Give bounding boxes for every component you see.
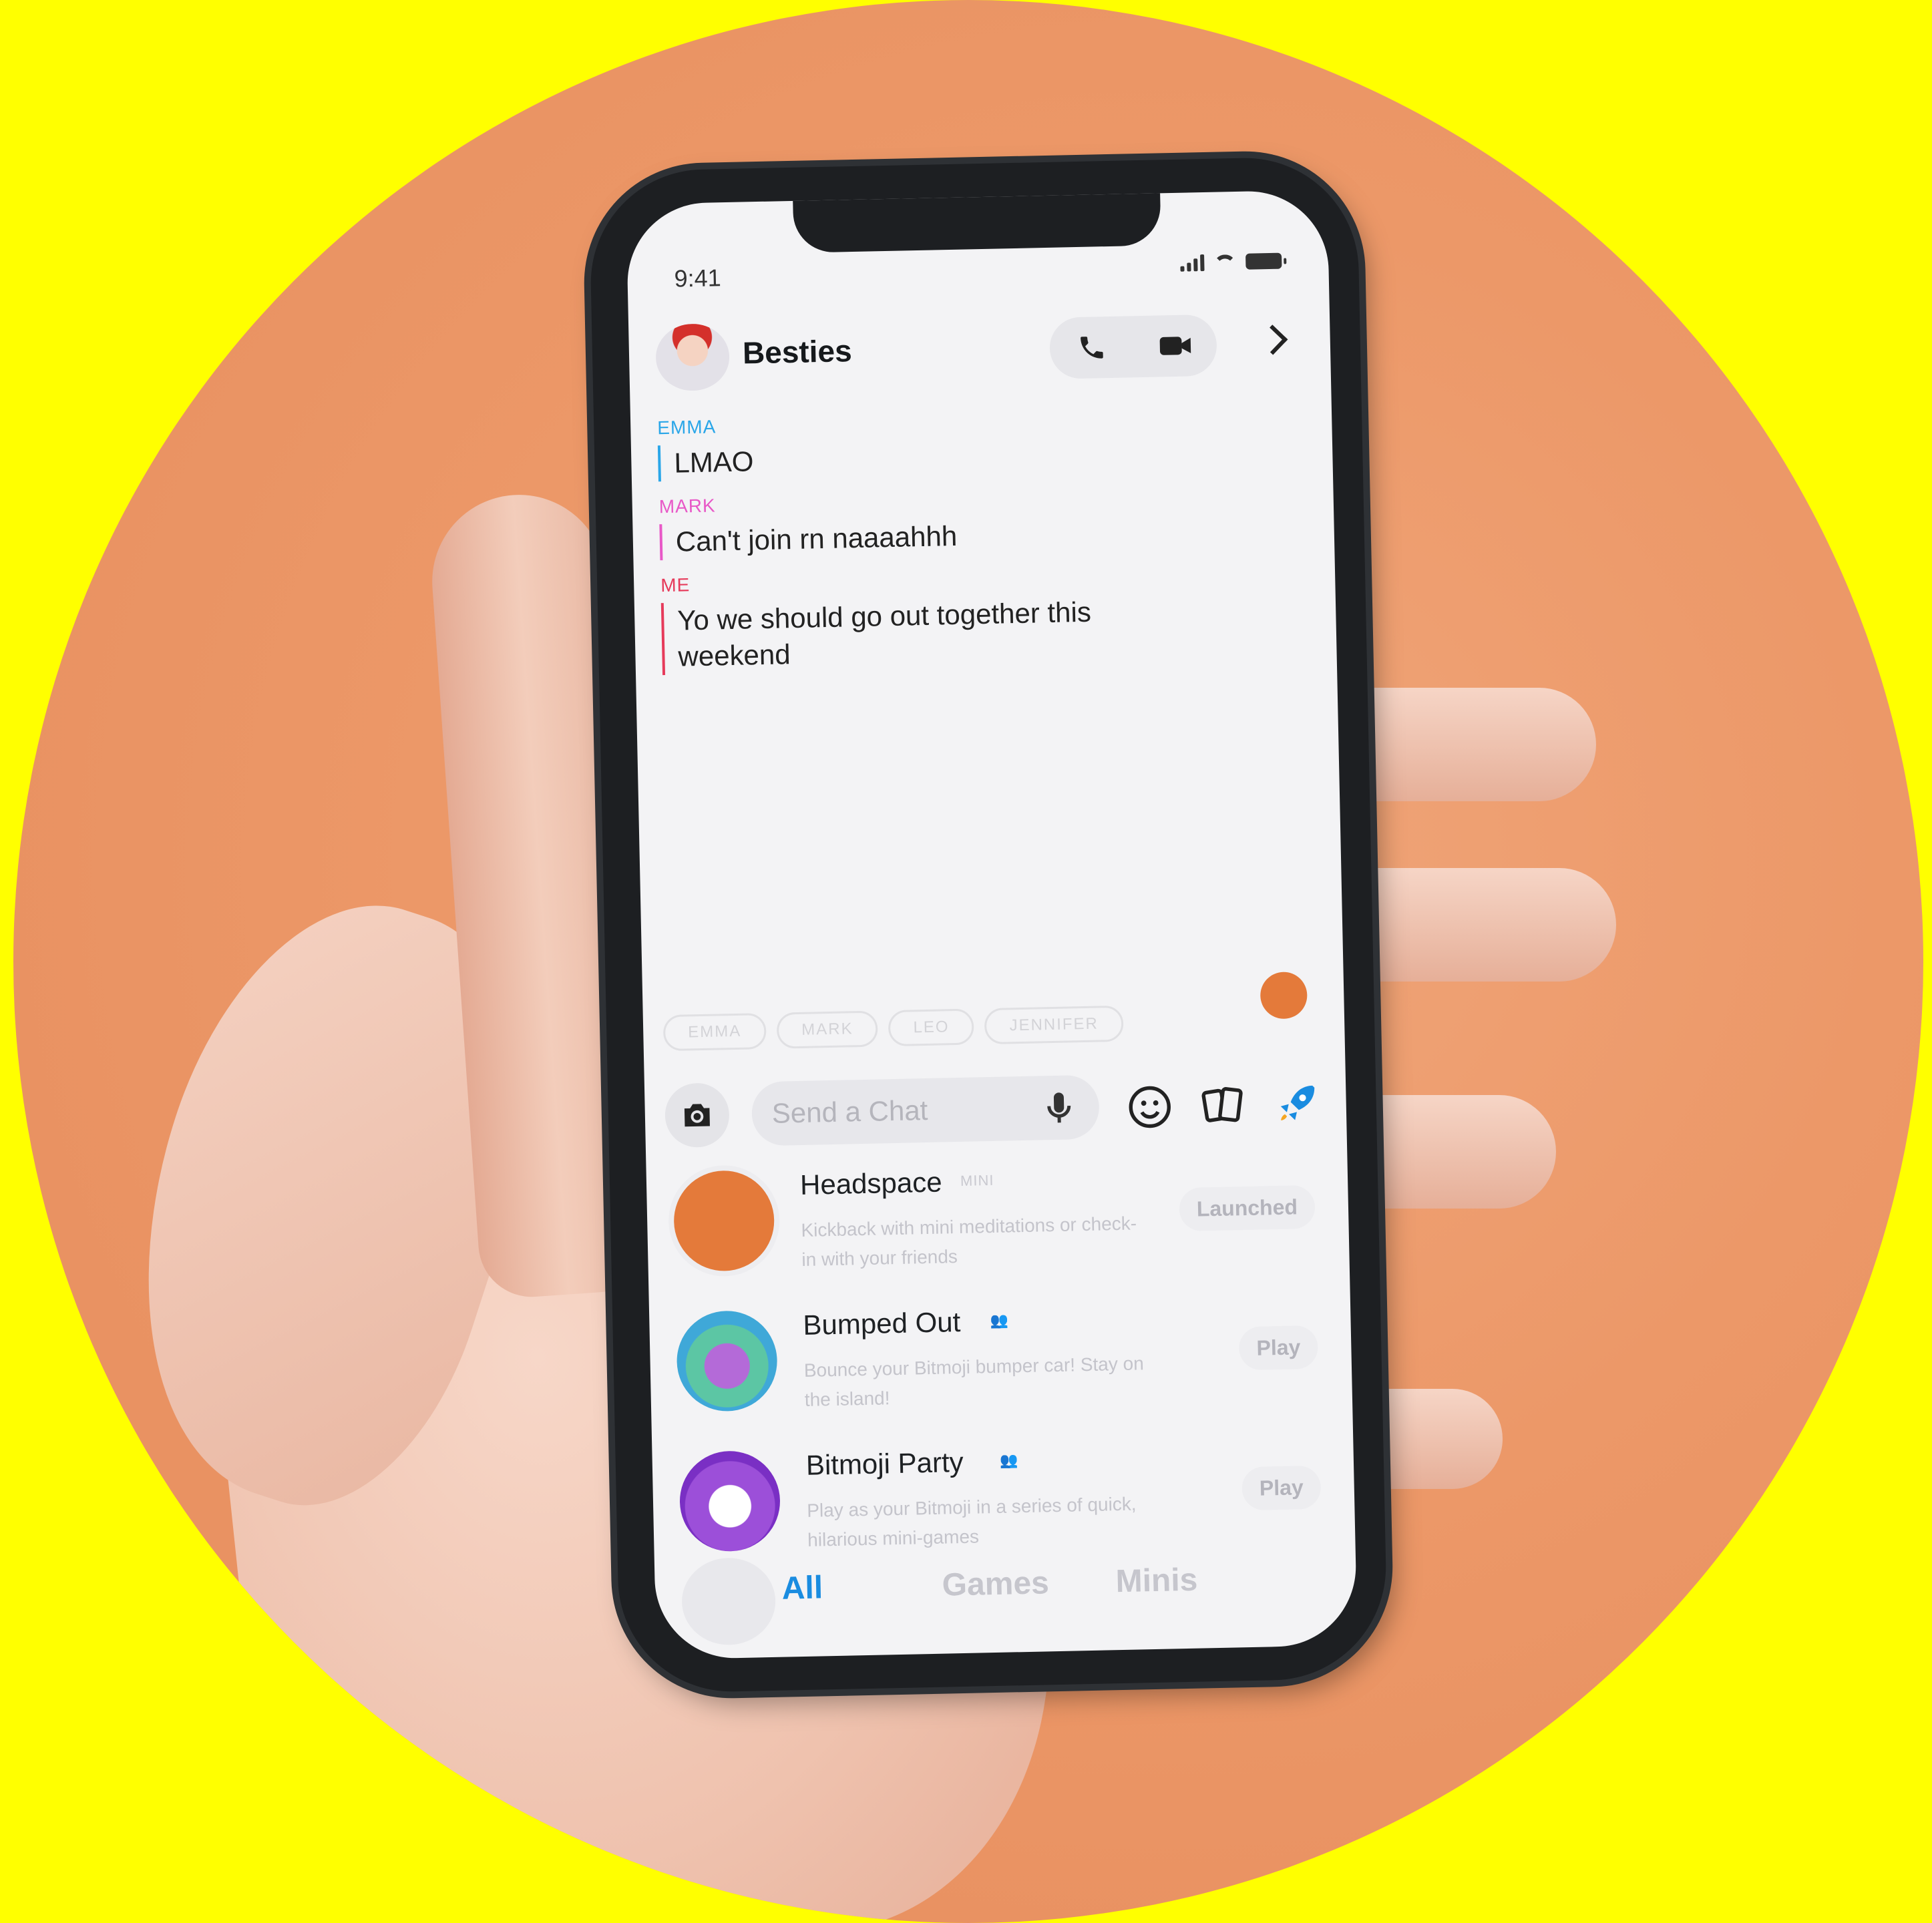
phone-screen: 9:41 Besties EMMA LMAO MARK Can't join r… [626,190,1358,1660]
phone-notch [793,192,1161,253]
chevron-right-icon[interactable] [1258,325,1288,355]
video-icon[interactable] [1155,325,1195,366]
minis-list: Headspace MINI Kickback with mini medita… [666,1144,1336,1579]
phone-icon[interactable] [1071,327,1112,368]
multiplayer-icon: 👥 [999,1452,1019,1469]
headspace-floating-dot[interactable] [1260,972,1308,1020]
message-text: Can't join rn naaaahhh [659,511,1295,561]
mini-description: Bounce your Bitmoji bumper car! Stay on … [803,1353,1145,1410]
mention-chip[interactable]: MARK [776,1010,879,1049]
group-avatar[interactable] [655,323,731,392]
mini-description: Kickback with mini meditations or check-… [801,1213,1137,1270]
message: EMMA LMAO [657,404,1293,482]
mini-play-button[interactable]: Play [1238,1325,1319,1371]
mini-name: Bitmoji Party [805,1446,964,1481]
mention-chips: EMMA MARK LEO JENNIFER [662,1005,1124,1052]
tab-minis[interactable]: Minis [1115,1562,1198,1600]
message-text: Yo we should go out together this weeken… [660,592,1199,676]
message: MARK Can't join rn naaaahhh [658,483,1295,561]
mini-name: Bumped Out [803,1306,961,1341]
mini-tag: MINI [960,1171,994,1189]
headspace-icon [672,1169,775,1272]
mini-name: Headspace [799,1166,943,1201]
tab-all[interactable]: All [781,1569,823,1607]
tab-bar-bubble [681,1556,777,1646]
multiplayer-icon: 👥 [990,1311,1010,1329]
camera-icon[interactable] [664,1082,730,1148]
tab-bar: All Games Minis [654,1545,1357,1646]
chat-title[interactable]: Besties [742,333,852,371]
mention-chip[interactable]: LEO [888,1008,975,1047]
phone-device: 9:41 Besties EMMA LMAO MARK Can't join r… [588,156,1388,1694]
mention-chip[interactable]: JENNIFER [984,1005,1124,1045]
wifi-icon [1213,254,1237,270]
mini-item[interactable]: Bumped Out 👥 Bounce your Bitmoji bumper … [669,1285,1333,1439]
status-time: 9:41 [674,264,722,292]
microphone-icon[interactable] [1038,1087,1079,1128]
bumped-out-icon [676,1309,779,1412]
mention-chip[interactable]: EMMA [662,1013,767,1052]
message: ME Yo we should go out together this wee… [660,562,1297,676]
status-icons [1180,252,1282,272]
battery-icon [1245,252,1282,270]
cards-icon[interactable] [1199,1081,1247,1130]
chat-header: Besties [655,307,1304,394]
mini-item[interactable]: Headspace MINI Kickback with mini medita… [666,1144,1330,1299]
message-sender: ME [660,574,691,596]
mini-play-button[interactable]: Play [1241,1465,1322,1511]
signal-icon [1180,254,1205,272]
promo-stage: 9:41 Besties EMMA LMAO MARK Can't join r… [0,0,1932,1923]
mini-description: Play as your Bitmoji in a series of quic… [806,1493,1137,1550]
rocket-icon[interactable] [1272,1080,1321,1128]
chat-input-bar [664,1064,1327,1152]
tab-games[interactable]: Games [942,1564,1049,1603]
smiley-icon[interactable] [1125,1082,1174,1131]
bitmoji-party-icon [679,1450,781,1552]
message-text: LMAO [657,432,1293,482]
message-list: EMMA LMAO MARK Can't join rn naaaahhh ME… [657,404,1297,690]
call-actions [1048,314,1217,379]
mini-launched-button[interactable]: Launched [1179,1185,1316,1232]
